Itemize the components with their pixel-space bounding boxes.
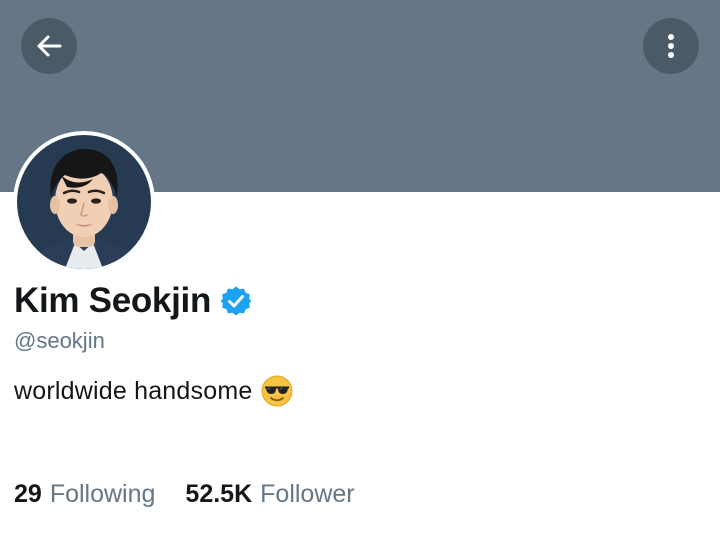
followers-label: Follower <box>260 479 355 508</box>
profile-page: Kim Seokjin @seokjin worldwide handsome … <box>0 0 720 536</box>
avatar <box>17 135 151 269</box>
following-count: 29 <box>14 479 42 508</box>
arrow-left-icon <box>37 35 62 57</box>
avatar-frame[interactable] <box>13 131 155 273</box>
followers-stat[interactable]: 52.5K Follower <box>185 480 354 509</box>
followers-count: 52.5K <box>185 479 253 508</box>
bio-text: worldwide handsome <box>14 376 253 405</box>
following-label: Following <box>49 479 156 508</box>
bio-row: worldwide handsome <box>14 372 293 410</box>
display-name: Kim Seokjin <box>14 281 212 320</box>
more-options-button[interactable] <box>643 18 699 74</box>
following-stat[interactable]: 29 Following <box>14 480 155 509</box>
verified-badge-icon <box>220 286 252 316</box>
follow-stats: 29 Following 52.5K Follower <box>14 476 355 512</box>
smiling-face-with-sunglasses-icon <box>261 375 293 407</box>
vertical-dots-icon <box>668 34 674 58</box>
back-button[interactable] <box>21 18 77 74</box>
display-name-row: Kim Seokjin <box>14 276 252 326</box>
username-handle: @seokjin <box>14 328 105 353</box>
